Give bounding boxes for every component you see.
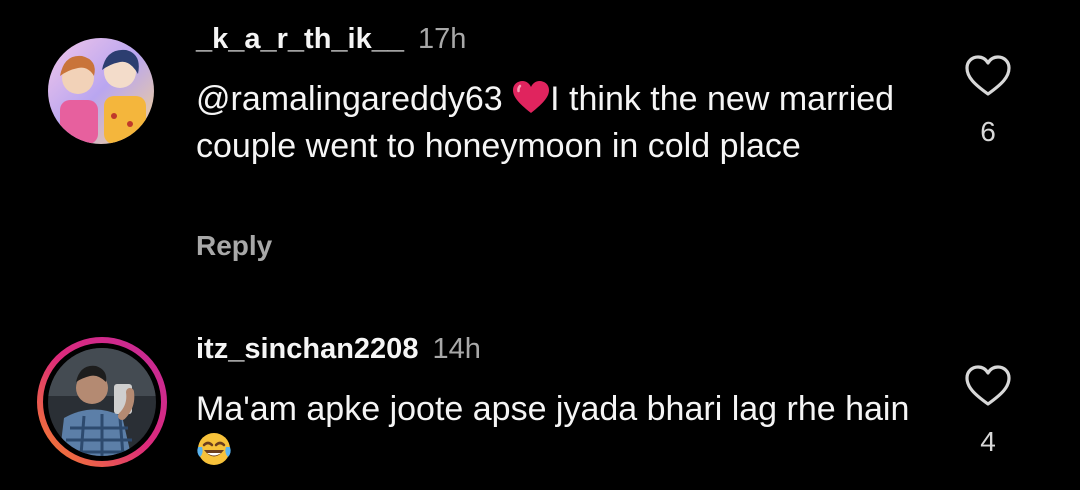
heart-outline-icon bbox=[965, 365, 1011, 406]
comment-meta: itz_sinchan2208 14h bbox=[196, 332, 481, 366]
like-count: 6 bbox=[980, 116, 996, 147]
timestamp: 17h bbox=[418, 23, 467, 55]
timestamp: 14h bbox=[432, 333, 481, 365]
avatar-image bbox=[37, 337, 167, 467]
red-heart-icon bbox=[512, 80, 550, 125]
comment-text: Ma'am apke joote apse jyada bhari lag rh… bbox=[196, 388, 936, 478]
avatar-image bbox=[48, 38, 154, 144]
comment-meta: _k_a_r_th_ik__ 17h bbox=[196, 22, 466, 56]
username[interactable]: itz_sinchan2208 bbox=[196, 333, 418, 365]
like-button[interactable]: 6 bbox=[958, 54, 1018, 148]
username[interactable]: _k_a_r_th_ik__ bbox=[196, 23, 404, 55]
comment-item: _k_a_r_th_ik__ 17h @ramalingareddy63 I th… bbox=[0, 0, 1080, 300]
reply-button[interactable]: Reply bbox=[196, 230, 272, 262]
mention-link[interactable]: @ramalingareddy63 bbox=[196, 80, 503, 118]
heart-outline-icon bbox=[965, 55, 1011, 96]
like-count: 4 bbox=[980, 426, 996, 457]
comment-body: Ma'am apke joote apse jyada bhari lag rh… bbox=[196, 390, 910, 428]
comment-text: @ramalingareddy63 I think the new marrie… bbox=[196, 78, 936, 168]
tears-of-joy-icon bbox=[196, 431, 232, 478]
comment-item: itz_sinchan2208 14h Ma'am apke joote apse… bbox=[0, 300, 1080, 490]
avatar[interactable] bbox=[48, 38, 154, 144]
avatar-story-ring[interactable] bbox=[36, 336, 168, 468]
comments-list: _k_a_r_th_ik__ 17h @ramalingareddy63 I th… bbox=[0, 0, 1080, 490]
like-button[interactable]: 4 bbox=[958, 364, 1018, 458]
